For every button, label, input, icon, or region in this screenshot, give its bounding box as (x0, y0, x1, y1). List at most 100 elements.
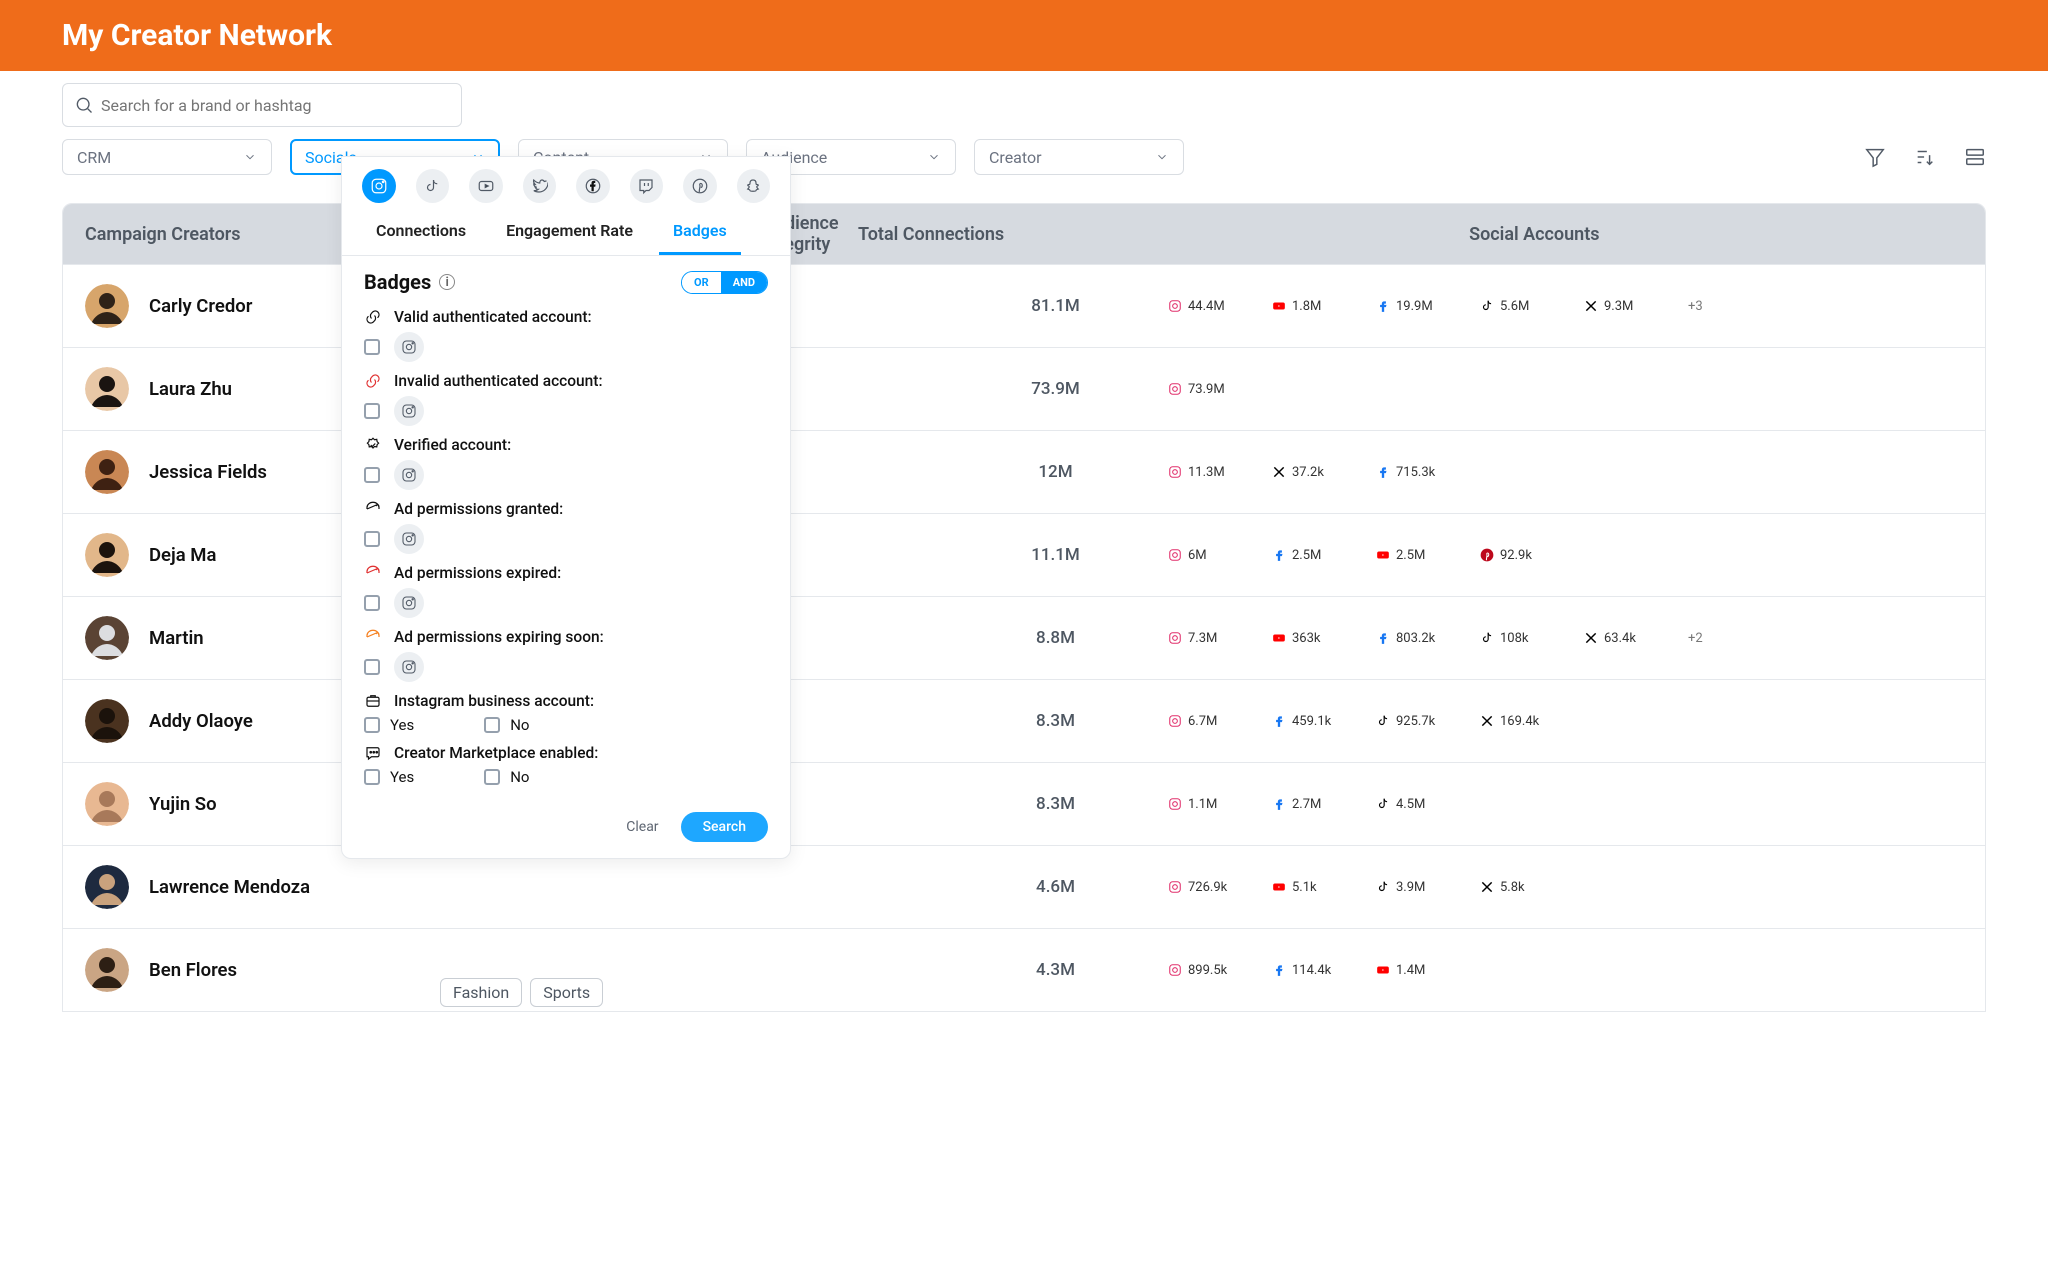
social-account: 169.4k (1480, 714, 1574, 729)
pn-icon (1480, 548, 1494, 562)
more-accounts[interactable]: +2 (1688, 631, 1782, 646)
checkbox[interactable] (484, 769, 500, 785)
avatar (85, 865, 129, 909)
chevron-down-icon (927, 150, 941, 164)
badge-label: Ad permissions expired: (394, 564, 561, 582)
tab-connections[interactable]: Connections (362, 209, 480, 255)
socials-dropdown: Connections Engagement Rate Badges Badge… (341, 156, 791, 859)
social-account: 4.5M (1376, 797, 1470, 812)
ig-icon (1168, 382, 1182, 396)
social-account: 6M (1168, 548, 1262, 563)
instagram-pill[interactable] (394, 524, 424, 554)
snapchat-icon[interactable] (737, 169, 771, 203)
sort-icon[interactable] (1914, 146, 1936, 168)
social-account: 715.3k (1376, 465, 1470, 480)
badge-group: Creator Marketplace enabled:YesNo (364, 744, 768, 786)
tag-chip[interactable]: Fashion (440, 978, 522, 1007)
badge-type-icon (364, 500, 382, 518)
social-account: 5.6M (1480, 299, 1574, 314)
facebook-icon[interactable] (576, 169, 610, 203)
table-row[interactable]: Ben Flores 4.3M 899.5k114.4k1.4M (63, 928, 1985, 1011)
checkbox[interactable] (364, 769, 380, 785)
yt-icon (1376, 963, 1390, 977)
instagram-pill[interactable] (394, 460, 424, 490)
tab-badges[interactable]: Badges (659, 209, 741, 255)
twitch-icon[interactable] (630, 169, 664, 203)
instagram-icon[interactable] (362, 169, 396, 203)
clear-button[interactable]: Clear (626, 819, 658, 835)
badge-label: Invalid authenticated account: (394, 372, 603, 390)
yes-label: Yes (390, 768, 414, 786)
social-account: 899.5k (1168, 963, 1262, 978)
creator-name: Jessica Fields (149, 461, 267, 483)
creator-name: Laura Zhu (149, 378, 232, 400)
total-connections: 12M (963, 462, 1148, 482)
avatar (85, 533, 129, 577)
checkbox[interactable] (364, 595, 380, 611)
toggle-or[interactable]: OR (682, 272, 721, 293)
instagram-pill[interactable] (394, 652, 424, 682)
ig-icon (1168, 465, 1182, 479)
social-account: 19.9M (1376, 299, 1470, 314)
more-accounts[interactable]: +3 (1688, 299, 1782, 314)
tt-icon (1376, 880, 1390, 894)
badge-group: Ad permissions granted: (364, 500, 768, 554)
x-icon (1480, 880, 1494, 894)
checkbox[interactable] (364, 717, 380, 733)
search-icon (74, 95, 94, 115)
col-social[interactable]: Social Accounts (1024, 224, 1985, 245)
chevron-down-icon (1155, 150, 1169, 164)
logic-toggle[interactable]: OR AND (681, 271, 768, 294)
instagram-pill[interactable] (394, 396, 424, 426)
badge-type-icon (364, 744, 382, 762)
youtube-icon[interactable] (469, 169, 503, 203)
checkbox[interactable] (364, 339, 380, 355)
x-icon (1584, 631, 1598, 645)
fb-icon (1376, 465, 1390, 479)
badge-group: Ad permissions expiring soon: (364, 628, 768, 682)
search-input[interactable] (62, 83, 462, 127)
twitter-icon[interactable] (523, 169, 557, 203)
filter-creator[interactable]: Creator (974, 139, 1184, 175)
checkbox[interactable] (364, 403, 380, 419)
instagram-pill[interactable] (394, 332, 424, 362)
avatar (85, 782, 129, 826)
checkbox[interactable] (364, 531, 380, 547)
badge-group: Valid authenticated account: (364, 308, 768, 362)
toggle-and[interactable]: AND (721, 272, 767, 293)
search-button[interactable]: Search (681, 812, 768, 842)
social-account: 5.8k (1480, 880, 1574, 895)
badge-label: Instagram business account: (394, 692, 594, 710)
social-account: 459.1k (1272, 714, 1366, 729)
no-label: No (510, 716, 529, 734)
layout-icon[interactable] (1964, 146, 1986, 168)
avatar (85, 699, 129, 743)
instagram-pill[interactable] (394, 588, 424, 618)
checkbox[interactable] (364, 467, 380, 483)
social-account: 92.9k (1480, 548, 1574, 563)
ig-icon (1168, 548, 1182, 562)
fb-icon (1376, 631, 1390, 645)
total-connections: 11.1M (963, 545, 1148, 565)
badge-type-icon (364, 436, 382, 454)
social-account: 11.3M (1168, 465, 1262, 480)
checkbox[interactable] (484, 717, 500, 733)
social-network-row (342, 157, 790, 209)
tag-chip[interactable]: Sports (530, 978, 603, 1007)
col-connections[interactable]: Total Connections (839, 224, 1024, 245)
social-account: 2.7M (1272, 797, 1366, 812)
filter-crm[interactable]: CRM (62, 139, 272, 175)
pinterest-icon[interactable] (683, 169, 717, 203)
badge-type-icon (364, 564, 382, 582)
info-icon[interactable]: i (439, 274, 455, 290)
fb-icon (1272, 548, 1286, 562)
search-field[interactable] (62, 83, 462, 127)
tiktok-icon[interactable] (416, 169, 450, 203)
creator-name: Martin (149, 627, 204, 649)
social-account: 2.5M (1272, 548, 1366, 563)
tab-engagement[interactable]: Engagement Rate (492, 209, 647, 255)
filter-icon[interactable] (1864, 146, 1886, 168)
social-account: 803.2k (1376, 631, 1470, 646)
social-account: 9.3M (1584, 299, 1678, 314)
checkbox[interactable] (364, 659, 380, 675)
